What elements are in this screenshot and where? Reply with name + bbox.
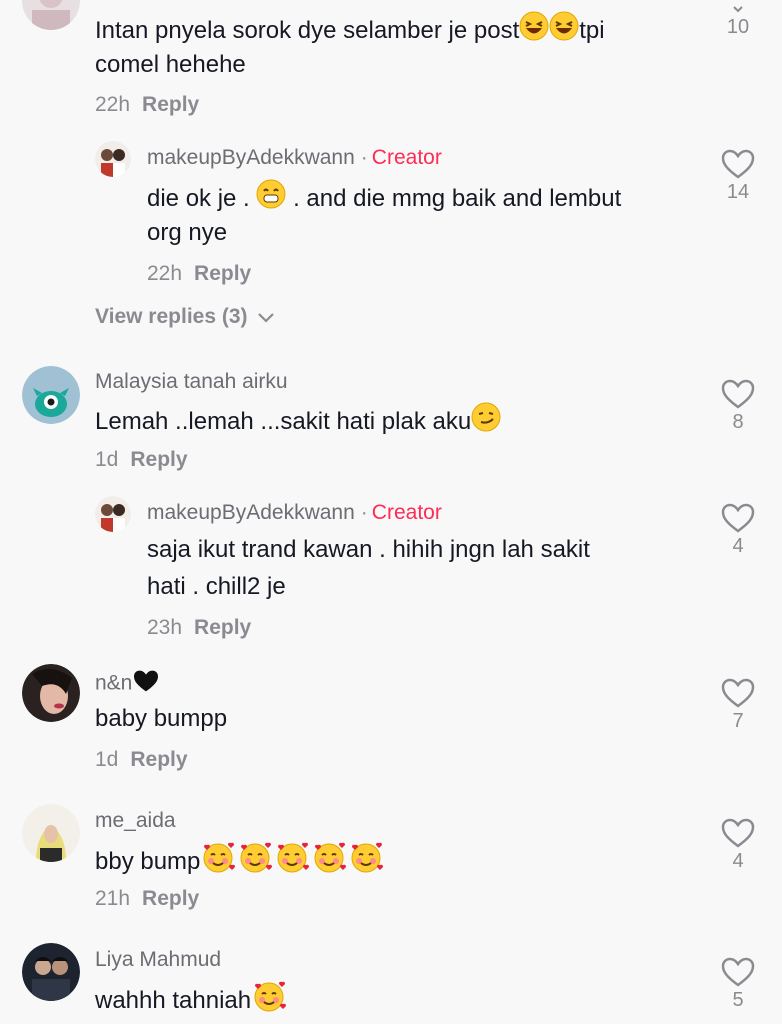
avatar[interactable] <box>22 664 80 722</box>
heart-icon <box>721 379 755 409</box>
smiling-hearts-emoji <box>237 841 274 884</box>
smirk-emoji <box>471 402 501 443</box>
comment-time: 22h <box>147 262 183 285</box>
heart-icon <box>721 957 755 987</box>
comment-text: Lemah ..lemah ...sakit hati plak aku <box>95 402 501 443</box>
like-button[interactable]: 7 <box>718 678 758 733</box>
like-button[interactable]: 4 <box>718 818 758 873</box>
laughing-emoji <box>549 11 579 52</box>
comment-meta: 1d Reply <box>95 748 188 772</box>
heart-icon <box>721 678 755 708</box>
comment-text-line2: org nye <box>147 219 228 246</box>
like-count: 4 <box>732 850 744 872</box>
comment-time: 22h <box>95 93 131 116</box>
comment-text: die ok je . . and die mmg baik and lembu… <box>147 179 621 220</box>
comment-time: 21h <box>95 887 131 910</box>
avatar[interactable] <box>22 804 80 862</box>
avatar[interactable] <box>22 0 80 30</box>
username[interactable]: makeupByAdekkwann · Creator <box>147 146 442 170</box>
like-count: 7 <box>732 710 744 732</box>
comment-text: Intan pnyela sorok dye selamber je post t… <box>95 11 605 52</box>
smiling-hearts-emoji <box>311 841 348 884</box>
comment-time: 23h <box>147 616 183 639</box>
heart-icon <box>721 503 755 533</box>
username[interactable]: n&n <box>95 669 160 699</box>
like-count: 4 <box>732 535 744 557</box>
like-button[interactable]: 14 <box>718 149 758 204</box>
chevron-down-icon <box>258 313 275 324</box>
creator-badge: Creator <box>371 501 442 524</box>
grin-emoji <box>256 179 286 220</box>
comment-text-line2: comel hehehe <box>95 51 246 78</box>
like-button[interactable]: 10 <box>718 0 758 39</box>
comment-text: wahhh tahniah <box>95 980 288 1023</box>
comment-meta: 23h Reply <box>147 616 251 640</box>
reply-button[interactable]: Reply <box>142 887 199 910</box>
reply-button[interactable]: Reply <box>142 93 199 116</box>
reply-button[interactable]: Reply <box>194 616 251 639</box>
smiling-hearts-emoji <box>200 841 237 884</box>
comment-meta: 1d Reply <box>95 448 188 472</box>
reply-button[interactable]: Reply <box>130 448 187 471</box>
smiling-hearts-emoji <box>274 841 311 884</box>
creator-badge: Creator <box>371 146 442 169</box>
username[interactable]: Malaysia tanah airku <box>95 370 288 394</box>
like-count: 10 <box>726 16 750 38</box>
view-replies-button[interactable]: View replies (3) <box>95 305 275 329</box>
smiling-hearts-emoji <box>348 841 385 884</box>
reply-button[interactable]: Reply <box>194 262 251 285</box>
heart-icon <box>721 149 755 179</box>
avatar[interactable] <box>22 943 80 1001</box>
avatar[interactable] <box>95 141 131 177</box>
comment-time: 1d <box>95 448 119 471</box>
comment-text: baby bumpp <box>95 705 228 732</box>
black-heart-emoji <box>132 669 160 699</box>
username[interactable]: Liya Mahmud <box>95 948 221 972</box>
username[interactable]: me_aida <box>95 809 176 833</box>
username[interactable]: makeupByAdekkwann · Creator <box>147 501 442 525</box>
like-count: 14 <box>726 181 750 203</box>
avatar[interactable] <box>22 366 80 424</box>
avatar[interactable] <box>95 496 131 532</box>
like-count: 8 <box>732 411 744 433</box>
reply-button[interactable]: Reply <box>130 748 187 771</box>
comments-panel: Intan pnyela sorok dye selamber je post t… <box>0 0 782 1024</box>
comment-meta: 22h Reply <box>147 262 251 286</box>
laughing-emoji <box>519 11 549 52</box>
comment-meta: 21h Reply <box>95 887 199 911</box>
comment-text: bby bump <box>95 841 385 884</box>
like-button[interactable]: 5 <box>718 957 758 1012</box>
comment-time: 1d <box>95 748 119 771</box>
chevron-down-icon <box>733 6 743 13</box>
like-count: 5 <box>732 989 744 1011</box>
comment-meta: 22h Reply <box>95 93 199 117</box>
smiling-hearts-emoji <box>251 980 288 1023</box>
like-button[interactable]: 8 <box>718 379 758 434</box>
heart-icon <box>721 818 755 848</box>
comment-text: saja ikut trand kawan . hihih jngn lah s… <box>147 536 590 563</box>
comment-text-line2: hati . chill2 je <box>147 573 286 600</box>
like-button[interactable]: 4 <box>718 503 758 558</box>
